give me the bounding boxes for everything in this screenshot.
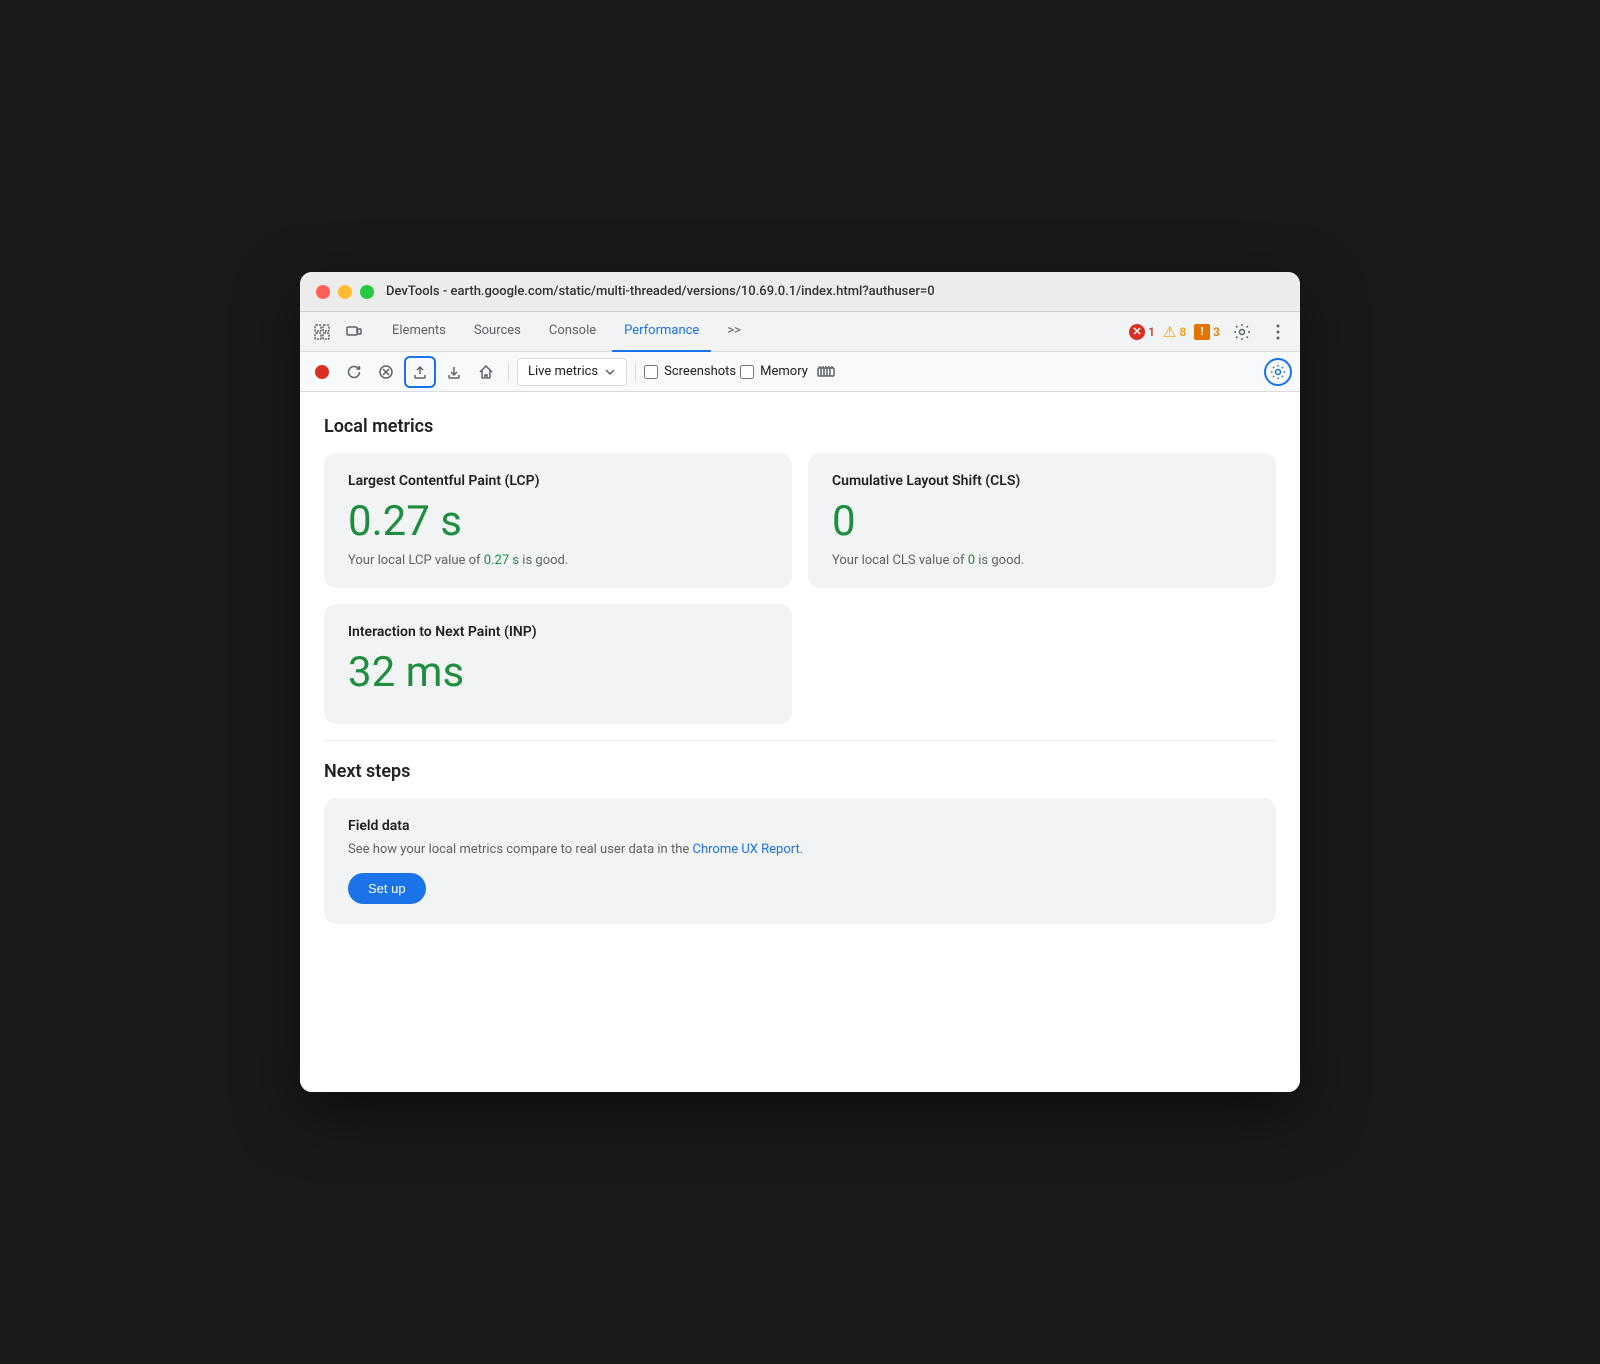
screenshots-checkbox-group[interactable]: Screenshots — [644, 364, 736, 379]
download-button[interactable] — [440, 358, 468, 386]
clear-button[interactable] — [372, 358, 400, 386]
live-metrics-dropdown[interactable]: Live metrics — [517, 358, 627, 386]
lcp-desc: Your local LCP value of 0.27 s is good. — [348, 553, 768, 568]
next-steps-section: Next steps Field data See how your local… — [324, 740, 1276, 924]
field-data-card: Field data See how your local metrics co… — [324, 798, 1276, 924]
upload-profile-button[interactable] — [404, 356, 436, 388]
tab-bar: Elements Sources Console Performance >> … — [300, 312, 1300, 352]
lcp-desc-suffix: is good. — [519, 553, 568, 568]
toolbar-separator-1 — [508, 362, 509, 382]
inp-value: 32 ms — [348, 652, 768, 694]
close-button[interactable] — [316, 285, 330, 299]
cls-desc-prefix: Your local CLS value of — [832, 553, 968, 568]
field-data-desc-suffix: . — [800, 842, 803, 857]
home-button[interactable] — [472, 358, 500, 386]
local-metrics-title: Local metrics — [324, 416, 1276, 437]
device-toolbar-button[interactable] — [340, 318, 368, 346]
cls-desc-suffix: is good. — [975, 553, 1024, 568]
cls-card: Cumulative Layout Shift (CLS) 0 Your loc… — [808, 453, 1276, 588]
minimize-button[interactable] — [338, 285, 352, 299]
chrome-ux-report-link[interactable]: Chrome UX Report — [693, 842, 800, 857]
devtools-container: Elements Sources Console Performance >> … — [300, 312, 1300, 1092]
cls-title: Cumulative Layout Shift (CLS) — [832, 473, 1252, 489]
lcp-value: 0.27 s — [348, 501, 768, 543]
info-icon: ! — [1194, 324, 1210, 340]
reload-button[interactable] — [340, 358, 368, 386]
tab-performance[interactable]: Performance — [612, 312, 711, 352]
screenshots-checkbox[interactable] — [644, 365, 658, 379]
next-steps-title: Next steps — [324, 761, 1276, 782]
traffic-lights — [316, 285, 374, 299]
tab-more[interactable]: >> — [715, 312, 753, 352]
live-metrics-label: Live metrics — [528, 364, 598, 379]
lcp-card: Largest Contentful Paint (LCP) 0.27 s Yo… — [324, 453, 792, 588]
performance-toolbar: Live metrics Screenshots Memory — [300, 352, 1300, 392]
screenshots-label: Screenshots — [664, 364, 736, 379]
setup-button[interactable]: Set up — [348, 873, 426, 904]
inp-card: Interaction to Next Paint (INP) 32 ms — [324, 604, 792, 724]
main-content: Local metrics Largest Contentful Paint (… — [300, 392, 1300, 1092]
record-icon — [315, 365, 329, 379]
performance-settings-button[interactable] — [1264, 358, 1292, 386]
tab-console[interactable]: Console — [537, 312, 608, 352]
field-data-desc: See how your local metrics compare to re… — [348, 842, 1252, 857]
tab-bar-icons — [308, 318, 368, 346]
memory-checkbox[interactable] — [740, 365, 754, 379]
toolbar-right — [1264, 358, 1292, 386]
record-button[interactable] — [308, 358, 336, 386]
lcp-desc-value: 0.27 s — [484, 553, 519, 568]
browser-window: DevTools - earth.google.com/static/multi… — [300, 272, 1300, 1092]
toolbar-separator-2 — [635, 362, 636, 382]
lcp-title: Largest Contentful Paint (LCP) — [348, 473, 768, 489]
memory-icon-button[interactable] — [812, 358, 840, 386]
lcp-desc-prefix: Your local LCP value of — [348, 553, 484, 568]
field-data-desc-prefix: See how your local metrics compare to re… — [348, 842, 693, 857]
warning-icon: ⚠ — [1163, 323, 1176, 341]
inspect-element-button[interactable] — [308, 318, 336, 346]
error-icon: ✕ — [1129, 324, 1145, 340]
info-badge: ! 3 — [1194, 324, 1220, 340]
inp-title: Interaction to Next Paint (INP) — [348, 624, 768, 640]
tab-sources[interactable]: Sources — [462, 312, 533, 352]
field-data-title: Field data — [348, 818, 1252, 834]
error-badge: ✕ 1 — [1129, 324, 1155, 340]
maximize-button[interactable] — [360, 285, 374, 299]
tab-bar-right: ✕ 1 ⚠ 8 ! 3 — [1129, 318, 1292, 346]
memory-checkbox-group[interactable]: Memory — [740, 364, 808, 379]
more-options-button[interactable] — [1264, 318, 1292, 346]
warning-badge: ⚠ 8 — [1163, 323, 1186, 341]
memory-label: Memory — [760, 364, 808, 379]
metrics-grid: Largest Contentful Paint (LCP) 0.27 s Yo… — [324, 453, 1276, 724]
cls-desc-value: 0 — [968, 553, 975, 568]
title-bar: DevTools - earth.google.com/static/multi… — [300, 272, 1300, 312]
page-title: DevTools - earth.google.com/static/multi… — [386, 284, 935, 299]
cls-value: 0 — [832, 501, 1252, 543]
cls-desc: Your local CLS value of 0 is good. — [832, 553, 1252, 568]
settings-button[interactable] — [1228, 318, 1256, 346]
tab-elements[interactable]: Elements — [380, 312, 458, 352]
